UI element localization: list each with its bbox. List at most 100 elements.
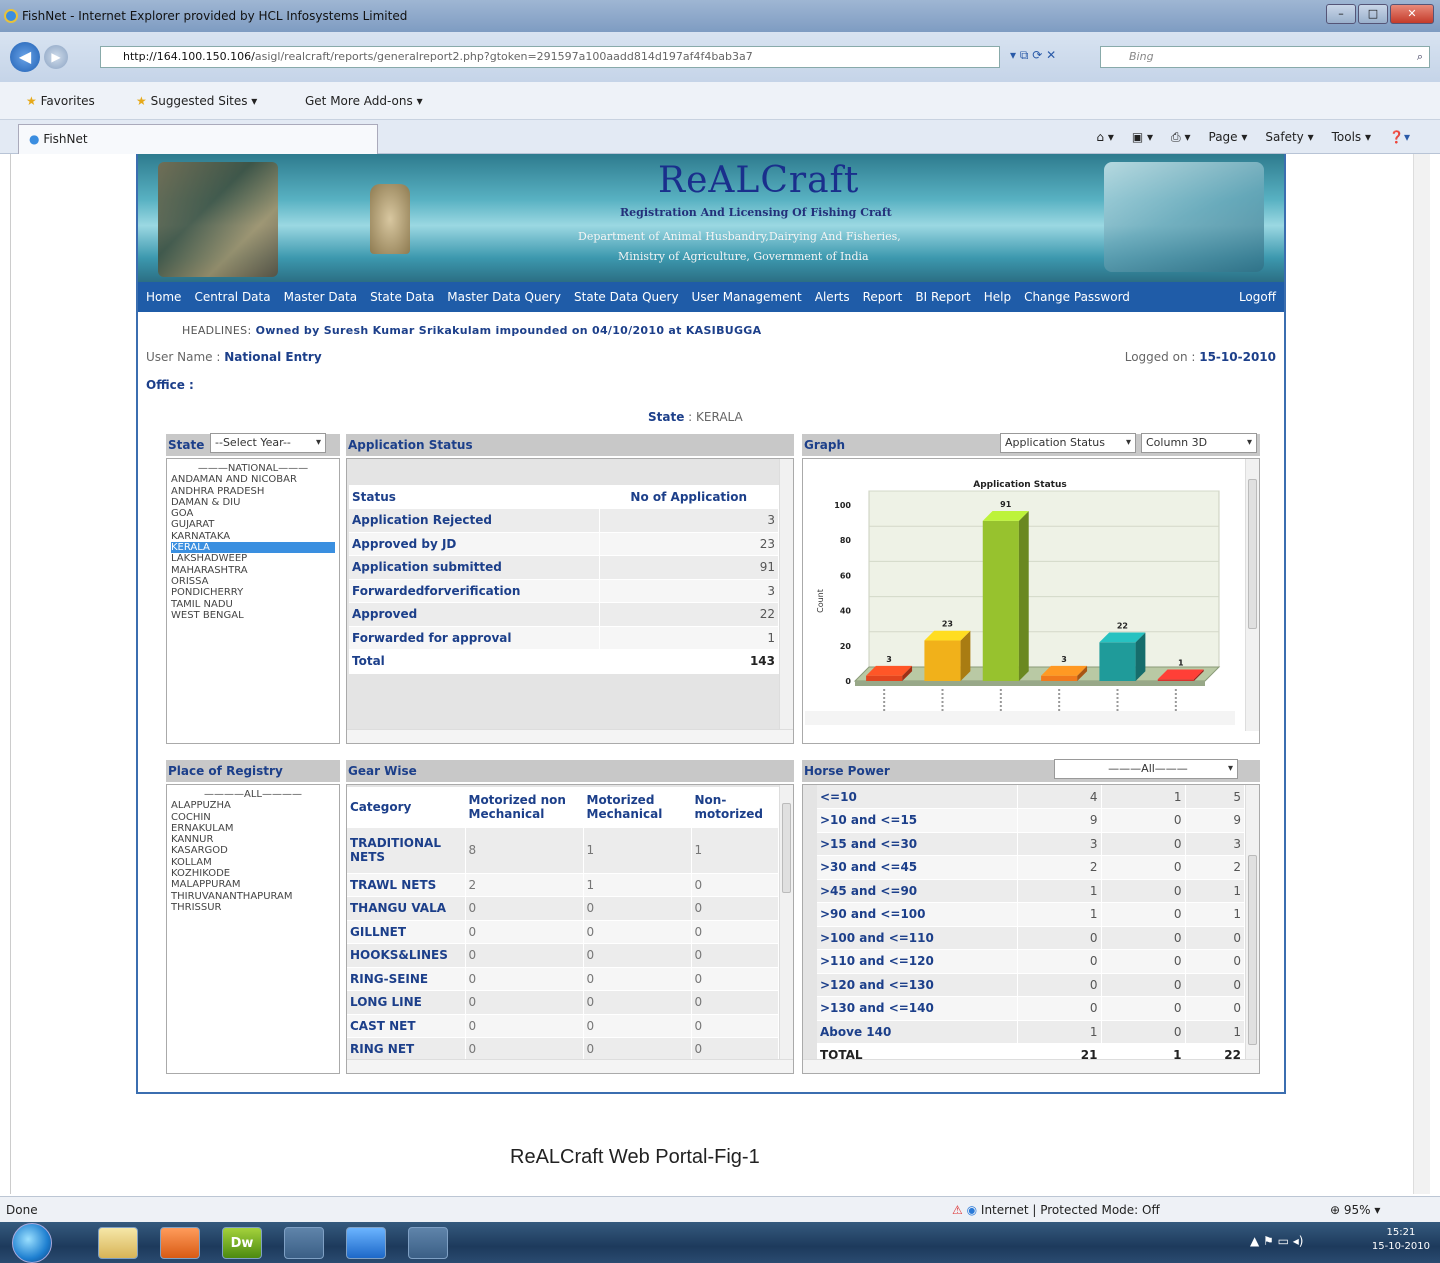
y-tick-label: 0 xyxy=(845,677,851,686)
explorer-icon[interactable] xyxy=(98,1227,138,1259)
list-item[interactable]: GUJARAT xyxy=(171,519,335,530)
suggested-sites-link[interactable]: ★ Suggested Sites ▾ xyxy=(136,82,257,120)
place-listbox[interactable]: ————ALL———— ALAPPUZHA COCHIN ERNAKULAM K… xyxy=(166,784,340,1074)
refresh-stop-buttons[interactable]: ▾ ⧉ ⟳ ✕ xyxy=(1010,48,1090,66)
menu-state-data[interactable]: State Data xyxy=(370,290,434,304)
media-player-icon[interactable] xyxy=(160,1227,200,1259)
system-clock[interactable]: 15:21 15-10-2010 xyxy=(1372,1226,1430,1254)
list-item-selected[interactable]: KERALA xyxy=(171,542,335,554)
list-item[interactable]: KOLLAM xyxy=(171,857,335,868)
help-icon[interactable]: ❓▾ xyxy=(1389,120,1410,154)
database-icon[interactable] xyxy=(284,1227,324,1259)
tray-icons[interactable]: ▲ ⚑ ▭ ◂) xyxy=(1250,1234,1303,1248)
list-item[interactable]: ORISSA xyxy=(171,576,335,587)
list-item[interactable]: THRISSUR xyxy=(171,902,335,913)
list-item[interactable]: GOA xyxy=(171,508,335,519)
menu-home[interactable]: Home xyxy=(146,290,181,304)
menu-master-data-query[interactable]: Master Data Query xyxy=(447,290,561,304)
app-status-vscroll[interactable] xyxy=(779,459,793,729)
graph-vscroll[interactable] xyxy=(1245,459,1259,731)
menu-master-data[interactable]: Master Data xyxy=(284,290,357,304)
security-zone[interactable]: ⚠ ◉ Internet | Protected Mode: Off xyxy=(952,1197,1160,1223)
feeds-icon[interactable]: ▣ ▾ xyxy=(1132,120,1153,154)
graph-type-select[interactable]: Application Status xyxy=(1000,433,1136,453)
zoom-control[interactable]: ⊕ 95% ▾ xyxy=(1330,1197,1380,1223)
list-item[interactable]: KASARGOD xyxy=(171,845,335,856)
list-item[interactable]: ANDAMAN AND NICOBAR xyxy=(171,474,335,485)
minimize-button[interactable]: – xyxy=(1326,4,1356,24)
menu-user-management[interactable]: User Management xyxy=(692,290,802,304)
gear-hscroll[interactable] xyxy=(347,1059,793,1073)
back-button[interactable]: ◀ xyxy=(10,42,40,72)
hp-value: 0 xyxy=(1017,926,1102,950)
gear-panel-header: Gear Wise xyxy=(346,760,794,782)
close-button[interactable]: ✕ xyxy=(1390,4,1434,24)
hp-value: 0 xyxy=(1017,996,1102,1021)
state-label: State xyxy=(648,410,685,424)
star-icon: ★ xyxy=(26,94,37,108)
safety-menu[interactable]: Safety ▾ xyxy=(1265,120,1313,154)
list-item[interactable]: KOZHIKODE xyxy=(171,868,335,879)
list-item[interactable]: ————ALL———— xyxy=(171,789,335,800)
hp-filter-select[interactable]: ———All——— xyxy=(1054,759,1238,779)
app-status-hscroll[interactable] xyxy=(347,729,793,743)
list-item[interactable]: MALAPPURAM xyxy=(171,879,335,890)
list-item[interactable]: ERNAKULAM xyxy=(171,823,335,834)
start-button[interactable] xyxy=(12,1223,52,1263)
gear-value: 2 xyxy=(465,873,584,897)
maximize-button[interactable]: □ xyxy=(1358,4,1388,24)
menu-alerts[interactable]: Alerts xyxy=(815,290,850,304)
list-item[interactable]: THIRUVANANTHAPURAM xyxy=(171,891,335,902)
list-item[interactable]: PONDICHERRY xyxy=(171,587,335,598)
list-item[interactable]: ANDHRA PRADESH xyxy=(171,486,335,497)
menu-logoff[interactable]: Logoff xyxy=(1239,290,1276,304)
page-scrollbar[interactable] xyxy=(1413,154,1430,1194)
gear-value: 0 xyxy=(583,943,692,968)
hp-scroll-thumb[interactable] xyxy=(1248,855,1257,1045)
list-item[interactable]: COCHIN xyxy=(171,812,335,823)
page-menu[interactable]: Page ▾ xyxy=(1209,120,1248,154)
chart-style-select[interactable]: Column 3D xyxy=(1141,433,1257,453)
list-item[interactable]: ———NATIONAL——— xyxy=(171,463,335,474)
url-field[interactable]: http://164.100.150.106/asigl/realcraft/r… xyxy=(100,46,1000,68)
bar xyxy=(1041,675,1078,681)
forward-button[interactable]: ▶ xyxy=(44,45,68,69)
gear-scroll-thumb[interactable] xyxy=(782,803,791,893)
menu-state-data-query[interactable]: State Data Query xyxy=(574,290,679,304)
list-item[interactable]: KANNUR xyxy=(171,834,335,845)
menu-central-data[interactable]: Central Data xyxy=(194,290,270,304)
list-item[interactable]: DAMAN & DIU xyxy=(171,497,335,508)
list-item[interactable]: KARNATAKA xyxy=(171,531,335,542)
hp-vscroll[interactable] xyxy=(1245,785,1259,1059)
menu-change-password[interactable]: Change Password xyxy=(1024,290,1130,304)
hp-hscroll[interactable] xyxy=(803,1059,1259,1073)
menu-help[interactable]: Help xyxy=(984,290,1011,304)
boat-photo xyxy=(1104,162,1264,272)
list-item[interactable]: TAMIL NADU xyxy=(171,599,335,610)
list-item[interactable]: MAHARASHTRA xyxy=(171,565,335,576)
list-item[interactable]: ALAPPUZHA xyxy=(171,800,335,811)
url-host: http://164.100.150.106/ xyxy=(123,50,255,63)
tools-menu[interactable]: Tools ▾ xyxy=(1332,120,1371,154)
internet-explorer-icon[interactable] xyxy=(346,1227,386,1259)
hp-value: 9 xyxy=(1017,808,1102,833)
state-listbox[interactable]: ———NATIONAL——— ANDAMAN AND NICOBAR ANDHR… xyxy=(166,458,340,744)
graph-scroll-thumb[interactable] xyxy=(1248,479,1257,629)
list-item[interactable]: WEST BENGAL xyxy=(171,610,335,621)
headline-ticker[interactable]: HEADLINES: Owned by Suresh Kumar Srikaku… xyxy=(182,324,761,337)
year-select[interactable]: --Select Year-- xyxy=(210,433,326,453)
app-window-icon[interactable] xyxy=(408,1227,448,1259)
dreamweaver-icon[interactable]: Dw xyxy=(222,1227,262,1259)
menu-bi-report[interactable]: BI Report xyxy=(915,290,970,304)
gear-vscroll[interactable] xyxy=(779,785,793,1059)
print-icon[interactable]: ⎙ ▾ xyxy=(1171,120,1190,154)
list-item[interactable]: LAKSHADWEEP xyxy=(171,553,335,564)
logged-label: Logged on : xyxy=(1124,350,1196,364)
get-addons-link[interactable]: Get More Add-ons ▾ xyxy=(305,82,423,120)
favorites-button[interactable]: ★ Favorites xyxy=(26,82,95,120)
tab-fishnet[interactable]: ● FishNet xyxy=(18,124,378,154)
home-icon[interactable]: ⌂ ▾ xyxy=(1096,120,1113,154)
menu-report[interactable]: Report xyxy=(863,290,903,304)
search-icon[interactable]: ⌕ xyxy=(1417,47,1423,67)
search-input[interactable]: Bing ⌕ xyxy=(1100,46,1430,68)
